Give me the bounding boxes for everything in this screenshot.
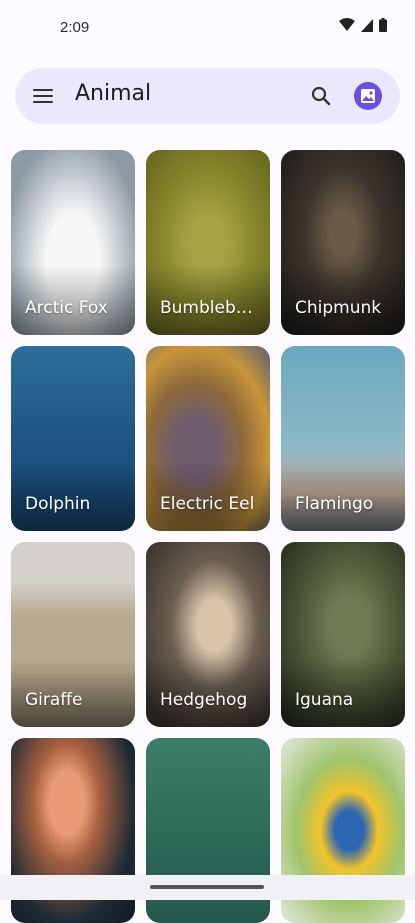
animal-card-giraffe[interactable]: Giraffe: [11, 542, 135, 727]
animal-card-flamingo[interactable]: Flamingo: [281, 346, 405, 531]
card-label: Chipmunk: [295, 298, 382, 318]
search-bar[interactable]: Animal: [15, 68, 400, 124]
card-label: Iguana: [295, 690, 354, 710]
gesture-handle[interactable]: [150, 885, 264, 889]
animal-card-bumblebee[interactable]: Bumbleb…: [146, 150, 270, 335]
card-label: Hedgehog: [160, 690, 248, 710]
photo-avatar-icon: [361, 89, 375, 103]
card-label: Flamingo: [295, 494, 374, 514]
card-label: Arctic Fox: [25, 298, 108, 318]
cell-signal-icon: [361, 18, 373, 32]
animal-card-electric-eel[interactable]: Electric Eel: [146, 346, 270, 531]
card-label: Bumbleb…: [160, 298, 253, 318]
status-icons: [339, 18, 387, 32]
search-icon[interactable]: [309, 84, 333, 108]
card-label: Dolphin: [25, 494, 91, 514]
page-title: Animal: [75, 81, 152, 106]
animal-card-hedgehog[interactable]: Hedgehog: [146, 542, 270, 727]
wifi-icon: [339, 18, 355, 31]
hamburger-menu-icon[interactable]: [33, 84, 57, 108]
system-nav-bar: [0, 875, 415, 900]
animal-card-arctic-fox[interactable]: Arctic Fox: [11, 150, 135, 335]
card-label: Giraffe: [25, 690, 83, 710]
animal-card-chipmunk[interactable]: Chipmunk: [281, 150, 405, 335]
animal-grid: Arctic Fox Bumbleb… Chipmunk Dolphin Ele…: [11, 150, 405, 923]
animal-card-iguana[interactable]: Iguana: [281, 542, 405, 727]
animal-card-dolphin[interactable]: Dolphin: [11, 346, 135, 531]
status-bar: 2:09: [0, 0, 415, 56]
card-label: Electric Eel: [160, 494, 255, 514]
status-time: 2:09: [60, 19, 90, 36]
avatar[interactable]: [354, 82, 382, 110]
battery-icon: [379, 18, 387, 32]
